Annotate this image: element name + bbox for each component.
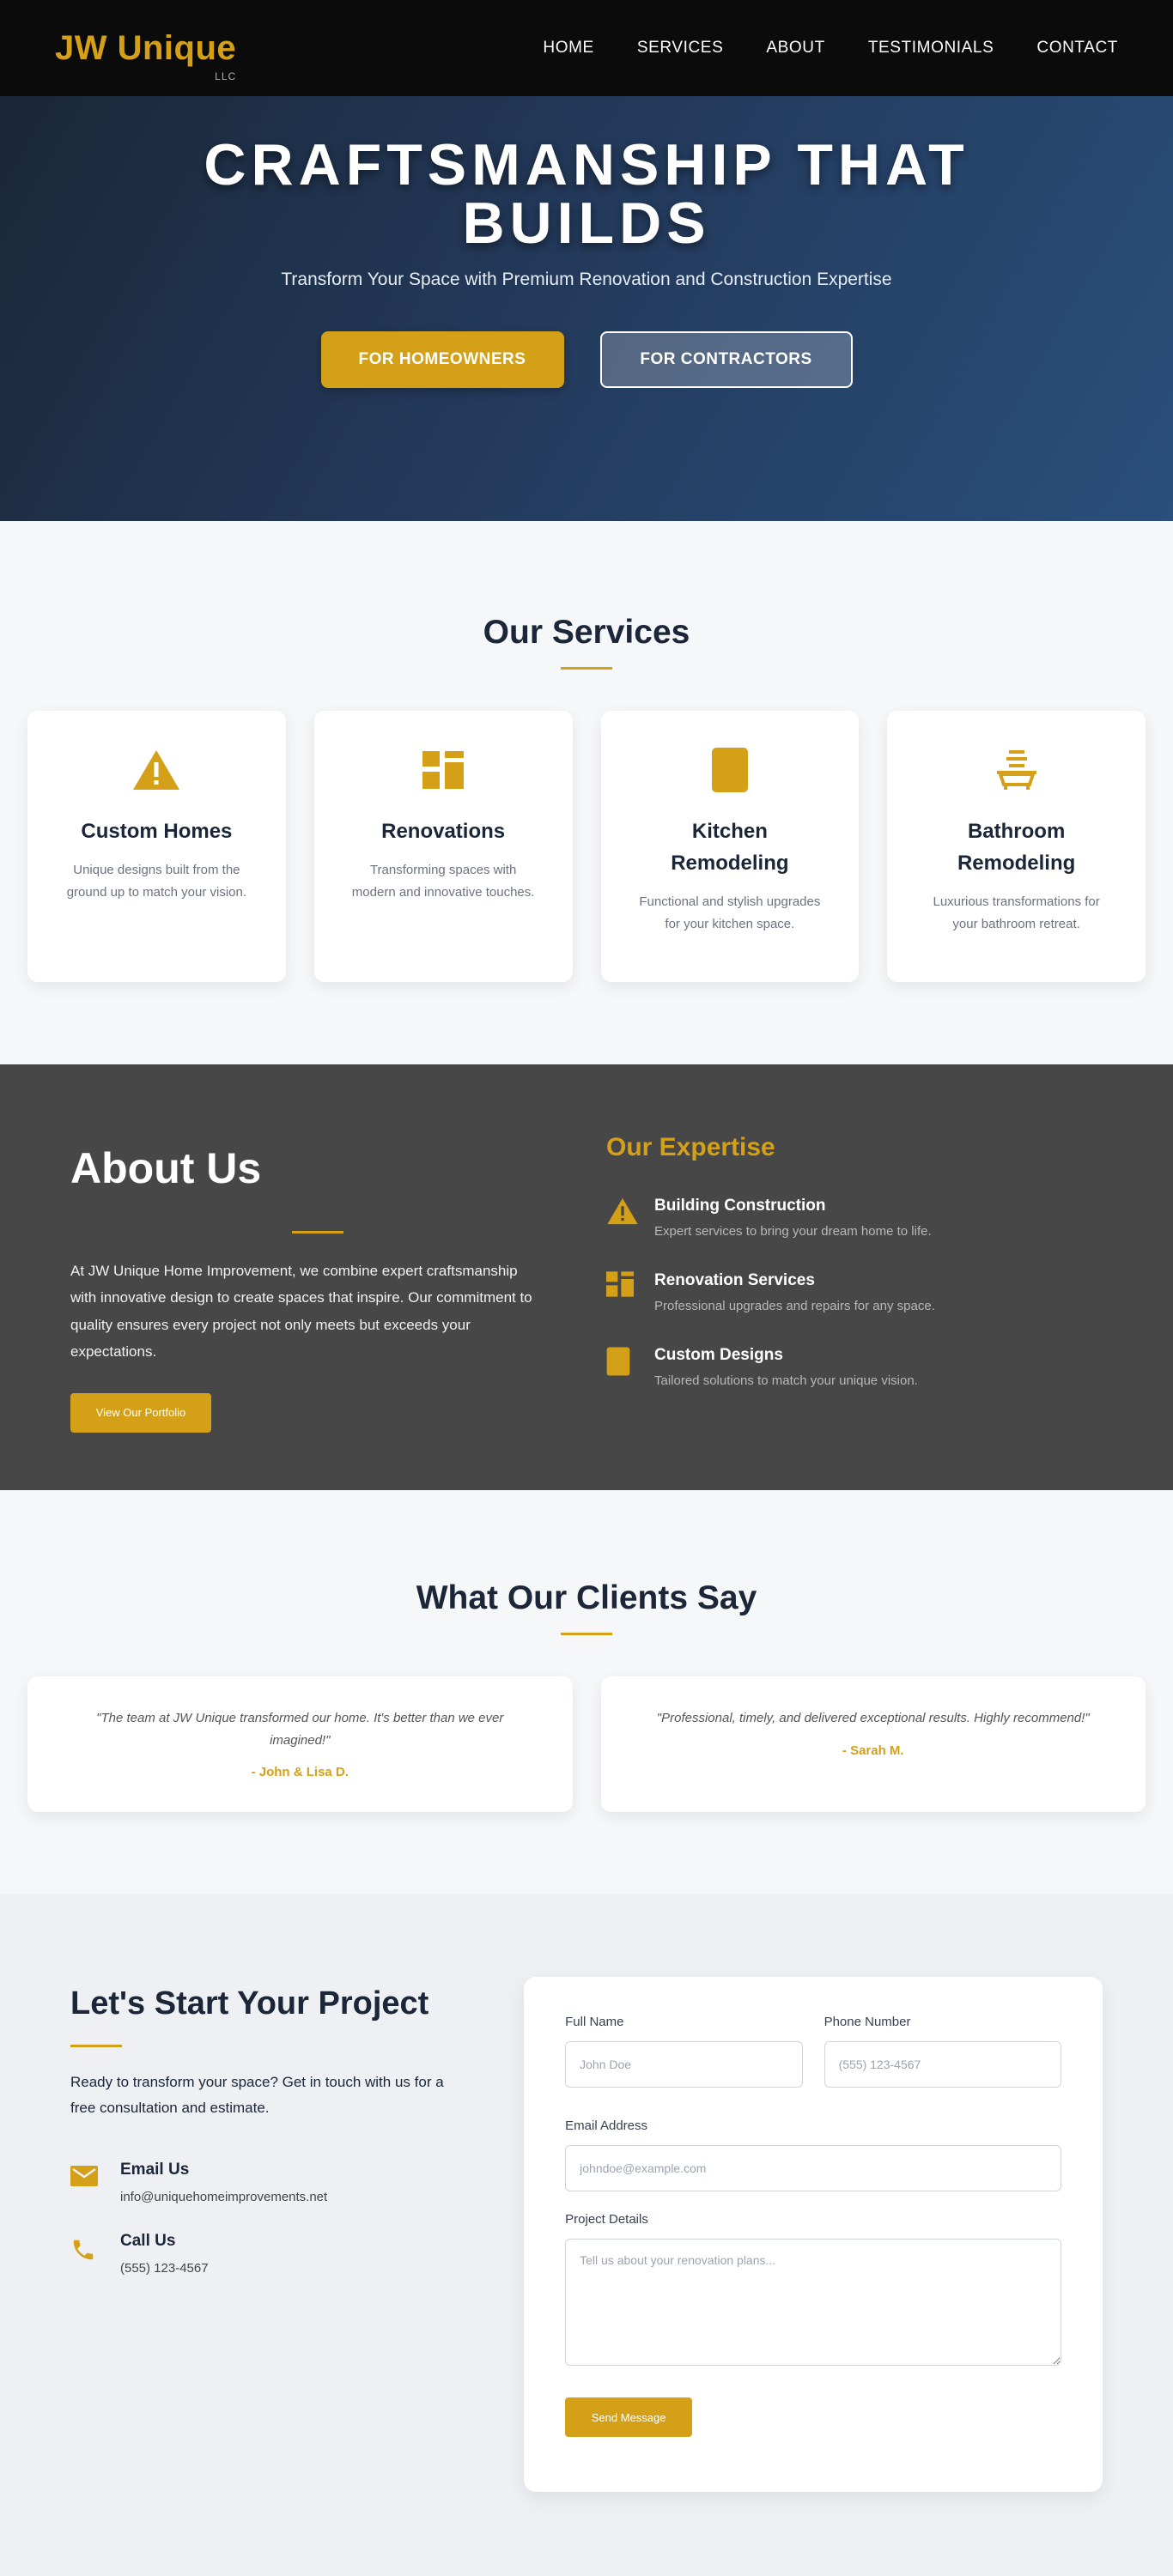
phone-number-field: Phone Number (824, 2015, 1062, 2088)
expertise-item-desc: Expert services to bring your dream home… (654, 1224, 932, 1239)
top-nav: JW Unique LLC HOME SERVICES ABOUT TESTIM… (0, 0, 1173, 96)
email-label: Email Us (120, 2160, 190, 2179)
testimonial-card: "The team at JW Unique transformed our h… (27, 1676, 573, 1812)
view-portfolio-button[interactable]: View Our Portfolio (70, 1392, 211, 1433)
service-desc: Functional and stylish upgrades for your… (639, 894, 821, 931)
expertise-panel: Our Expertise Building Construction Expe… (606, 1133, 1087, 1490)
expertise-item: Custom Designs Tailored solutions to mat… (606, 1346, 1087, 1388)
testimonials-title: What Our Clients Say (416, 1579, 757, 1616)
project-details-label: Project Details (565, 2212, 648, 2227)
expertise-item-desc: Tailored solutions to match your unique … (654, 1373, 918, 1388)
services-title: Our Services (483, 614, 690, 651)
testimonials-section: What Our Clients Say "The team at JW Uni… (0, 1490, 1173, 1894)
email-address-label: Email Address (565, 2118, 648, 2133)
service-title: Bathroom Remodeling (957, 820, 1076, 876)
form-row: Full Name Phone Number (565, 2015, 1062, 2088)
phone-label: Call Us (120, 2231, 176, 2250)
project-details-field: Project Details (565, 2212, 1061, 2370)
expertise-item-title: Custom Designs (654, 1346, 783, 1364)
testimonial-quote: "Professional, timely, and delivered exc… (656, 1711, 1090, 1725)
contact-lead: Ready to transform your space? Get in to… (70, 2074, 444, 2116)
hero-subtitle: Transform Your Space with Premium Renova… (281, 270, 892, 289)
service-desc: Luxurious transformations for your bathr… (933, 894, 1100, 931)
expertise-item-title: Building Construction (654, 1197, 826, 1215)
service-title: Renovations (381, 820, 506, 843)
about-body: At JW Unique Home Improvement, we combin… (70, 1263, 532, 1361)
project-details-textarea[interactable] (565, 2239, 1061, 2366)
expertise-item: Building Construction Expert services to… (606, 1197, 1087, 1239)
bathtub-icon (921, 745, 1111, 795)
warning-icon (62, 745, 252, 795)
send-message-button[interactable]: Send Message (565, 2397, 693, 2437)
email-value[interactable]: info@uniquehomeimprovements.net (120, 2190, 327, 2204)
service-card-renovations[interactable]: Renovations Transforming spaces with mod… (313, 711, 573, 982)
contact-divider (70, 2045, 122, 2047)
testimonials-divider (561, 1633, 612, 1635)
grid-icon (349, 745, 538, 795)
phone-number-input[interactable] (824, 2041, 1062, 2088)
testimonial-author: - Sarah M. (842, 1743, 904, 1758)
brand-logo[interactable]: JW Unique LLC (55, 29, 236, 82)
testimonial-author: - John & Lisa D. (251, 1765, 349, 1779)
testimonials-grid: "The team at JW Unique transformed our h… (27, 1676, 1146, 1812)
full-name-field: Full Name (565, 2015, 803, 2088)
brand-name[interactable]: JW Unique (55, 29, 236, 68)
contact-phone: Call Us (555) 123-4567 (70, 2232, 455, 2276)
services-divider (561, 667, 612, 670)
expertise-title: Our Expertise (606, 1133, 775, 1161)
services-section: Our Services Custom Homes Unique designs… (0, 521, 1173, 1064)
testimonial-card: "Professional, timely, and delivered exc… (600, 1676, 1146, 1812)
contractors-button[interactable]: FOR CONTRACTORS (599, 331, 853, 388)
service-desc: Transforming spaces with modern and inno… (351, 863, 535, 900)
email-address-input[interactable] (565, 2145, 1061, 2191)
full-name-input[interactable] (565, 2041, 803, 2088)
about-divider (292, 1231, 343, 1233)
expertise-item-title: Renovation Services (654, 1271, 815, 1289)
phone-value[interactable]: (555) 123-4567 (120, 2261, 209, 2276)
email-address-field: Email Address (565, 2118, 1061, 2191)
contact-info: Let's Start Your Project Ready to transf… (70, 1977, 455, 2576)
warning-icon (606, 1197, 654, 1231)
phone-number-label: Phone Number (824, 2015, 911, 2029)
nav-link-about[interactable]: ABOUT (766, 39, 824, 58)
about-intro: About Us At JW Unique Home Improvement, … (70, 1133, 544, 1490)
contact-section: Let's Start Your Project Ready to transf… (0, 1894, 1173, 2576)
contact-form: Full Name Phone Number Email Address Pro… (524, 1977, 1103, 2492)
tablet-icon (635, 745, 825, 795)
service-title: Custom Homes (81, 820, 233, 843)
about-section: About Us At JW Unique Home Improvement, … (0, 1064, 1173, 1490)
contact-email: Email Us info@uniquehomeimprovements.net (70, 2161, 455, 2204)
homeowners-button[interactable]: FOR HOMEOWNERS (320, 331, 564, 388)
expertise-item-desc: Professional upgrades and repairs for an… (654, 1299, 935, 1313)
brand-suffix: LLC (215, 70, 237, 82)
contact-title: Let's Start Your Project (70, 1985, 429, 2021)
service-card-kitchen[interactable]: Kitchen Remodeling Functional and stylis… (600, 711, 860, 982)
nav-link-testimonials[interactable]: TESTIMONIALS (868, 39, 994, 58)
main-menu: HOME SERVICES ABOUT TESTIMONIALS CONTACT (543, 39, 1118, 58)
hero-section: CRAFTSMANSHIP THAT BUILDS Transform Your… (0, 96, 1173, 521)
service-card-bathroom[interactable]: Bathroom Remodeling Luxurious transforma… (887, 711, 1146, 982)
mail-icon (70, 2161, 120, 2204)
about-title: About Us (70, 1144, 262, 1192)
service-title: Kitchen Remodeling (671, 820, 789, 876)
testimonial-quote: "The team at JW Unique transformed our h… (96, 1711, 504, 1748)
nav-link-contact[interactable]: CONTACT (1036, 39, 1118, 58)
services-grid: Custom Homes Unique designs built from t… (27, 711, 1146, 982)
hero-buttons: FOR HOMEOWNERS FOR CONTRACTORS (0, 331, 1173, 388)
nav-link-services[interactable]: SERVICES (637, 39, 724, 58)
nav-link-home[interactable]: HOME (543, 39, 593, 58)
phone-icon (70, 2232, 120, 2276)
tablet-icon (606, 1346, 654, 1380)
hero-title: CRAFTSMANSHIP THAT BUILDS (204, 132, 969, 256)
service-desc: Unique designs built from the ground up … (66, 863, 247, 900)
grid-icon (606, 1271, 654, 1306)
service-card-custom-homes[interactable]: Custom Homes Unique designs built from t… (27, 711, 286, 982)
full-name-label: Full Name (565, 2015, 624, 2029)
expertise-item: Renovation Services Professional upgrade… (606, 1271, 1087, 1313)
